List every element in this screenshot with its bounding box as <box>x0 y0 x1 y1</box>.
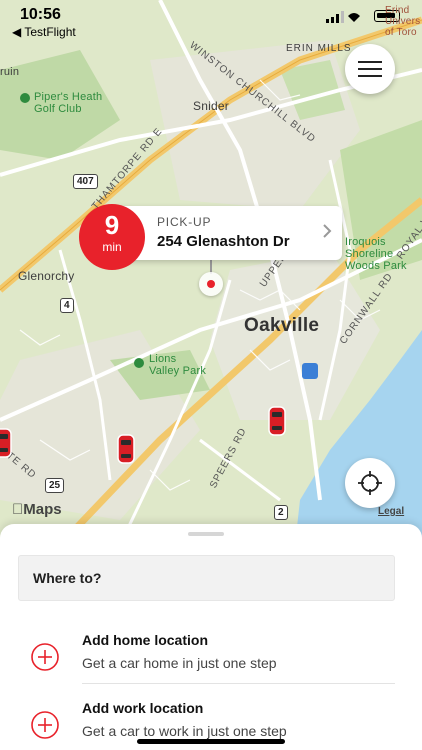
highway-shield: 2 <box>274 505 288 520</box>
map-label-place: ruin <box>0 66 20 78</box>
signal-wifi-icon <box>326 11 360 23</box>
bottom-sheet: Where to? Add home location Get a car ho… <box>0 524 422 750</box>
home-indicator[interactable] <box>137 739 285 744</box>
option-title: Add home location <box>82 632 208 648</box>
option-subtitle: Get a car home in just one step <box>82 655 277 671</box>
transit-icon <box>302 363 318 379</box>
eta-unit: min <box>102 240 122 254</box>
map-label-place: Glenorchy <box>18 269 75 283</box>
recenter-location-button[interactable] <box>345 458 395 508</box>
map-label-park: Iroquois Shoreline Woods Park <box>345 236 407 272</box>
apple-maps-text: Maps <box>12 501 61 518</box>
hamburger-icon <box>358 61 382 77</box>
pickup-label: PICK-UP <box>157 215 212 229</box>
back-to-testflight-link[interactable]: ◀ TestFlight <box>12 25 76 39</box>
highway-shield: 25 <box>45 478 65 493</box>
add-home-location-option[interactable]: Add home location Get a car home in just… <box>0 626 422 686</box>
car-icon[interactable] <box>117 434 135 464</box>
add-circle-icon <box>31 643 59 671</box>
option-title: Add work location <box>82 700 204 716</box>
status-bar: 10:56 ◀ TestFlight <box>0 0 422 40</box>
pickup-address: 254 Glenashton Dr <box>157 233 290 250</box>
eta-badge: 9 min <box>79 204 145 270</box>
sheet-grabber[interactable] <box>188 532 224 536</box>
status-time: 10:56 <box>20 6 61 23</box>
menu-button[interactable] <box>345 44 395 94</box>
chevron-right-icon <box>323 224 332 238</box>
where-to-input[interactable]: Where to? <box>18 555 395 601</box>
car-icon[interactable] <box>268 406 286 436</box>
map-view[interactable]: 10:56 ◀ TestFlight WINSTON CHURCHILL BLV… <box>0 0 422 545</box>
apple-logo-icon:  <box>12 501 23 518</box>
car-icon[interactable] <box>0 428 12 458</box>
park-icon <box>134 358 144 368</box>
pickup-pin[interactable] <box>199 272 223 296</box>
apple-maps-logo: Maps <box>12 501 62 518</box>
map-label-park: Lions Valley Park <box>149 353 207 377</box>
divider <box>82 683 395 684</box>
pickup-callout[interactable]: PICK-UP 254 Glenashton Dr <box>112 206 342 260</box>
eta-value: 9 <box>104 210 120 240</box>
legal-link[interactable]: Legal <box>378 506 404 517</box>
map-label-place: ERIN MILLS <box>286 43 352 54</box>
option-subtitle: Get a car to work in just one step <box>82 723 287 739</box>
highway-shield: 4 <box>60 298 74 313</box>
map-label-city: Oakville <box>244 315 320 336</box>
map-label-park: Piper's Heath Golf Club <box>34 91 103 115</box>
map-label-place: Univers of Toro <box>385 16 421 38</box>
map-label-place: Snider <box>193 99 229 113</box>
park-icon <box>20 93 30 103</box>
map-label-place: Erind <box>385 5 410 16</box>
crosshair-icon <box>358 471 382 495</box>
add-circle-icon <box>31 711 59 739</box>
highway-shield: 407 <box>73 174 98 189</box>
